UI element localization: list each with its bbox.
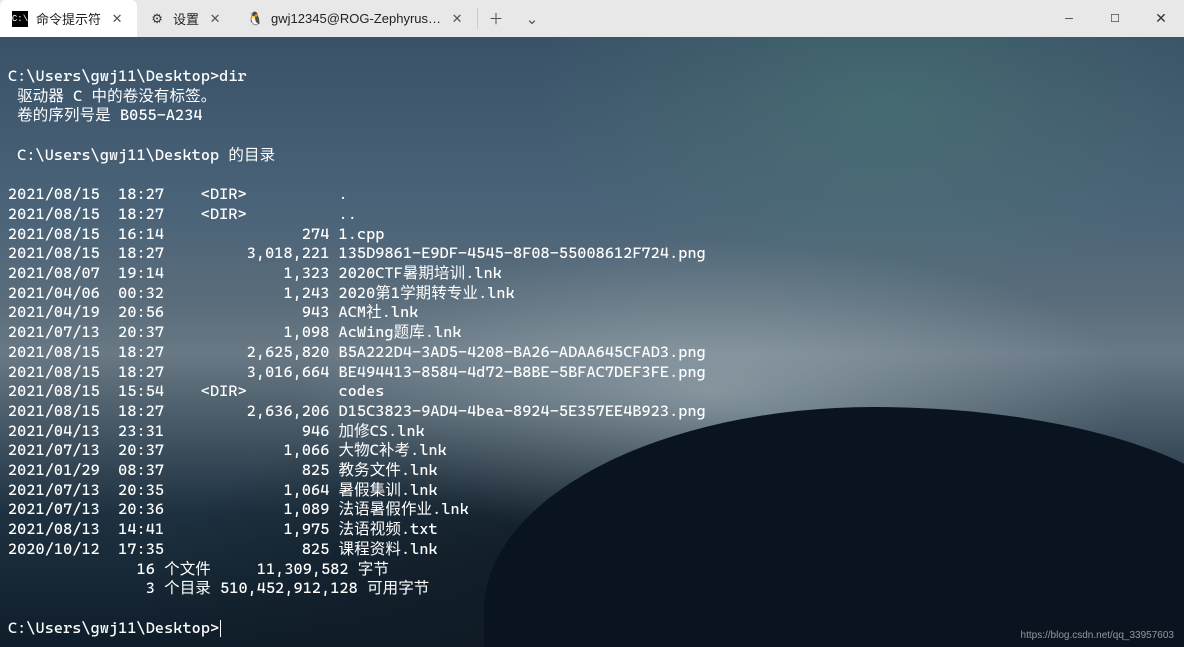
tab-dropdown-button[interactable]: ⌄ [514,0,550,37]
window-controls: ─ ☐ ✕ [1046,0,1184,37]
tab-wsl[interactable]: 🐧 gwj12345@ROG-ZephyrusG14: ✕ [235,0,477,37]
tab-cmd[interactable]: C:\ 命令提示符 ✕ [0,0,137,37]
watermark: https://blog.csdn.net/qq_33957603 [1021,630,1174,641]
close-icon[interactable]: ✕ [449,11,465,27]
tab-settings[interactable]: ⚙ 设置 ✕ [137,0,235,37]
new-tab-button[interactable]: ＋ [478,0,514,37]
tab-strip: C:\ 命令提示符 ✕ ⚙ 设置 ✕ 🐧 gwj12345@ROG-Zephyr… [0,0,1046,37]
tab-label: gwj12345@ROG-ZephyrusG14: [271,11,441,26]
terminal-area[interactable]: C:\Users\gwj11\Desktop>dir 驱动器 C 中的卷没有标签… [0,37,1184,647]
maximize-button[interactable]: ☐ [1092,0,1138,37]
cursor [220,620,221,637]
gear-icon: ⚙ [149,11,165,27]
close-window-button[interactable]: ✕ [1138,0,1184,37]
minimize-button[interactable]: ─ [1046,0,1092,37]
tab-label: 命令提示符 [36,9,101,28]
titlebar: C:\ 命令提示符 ✕ ⚙ 设置 ✕ 🐧 gwj12345@ROG-Zephyr… [0,0,1184,37]
close-icon[interactable]: ✕ [109,11,125,27]
tab-label: 设置 [173,9,199,28]
tux-icon: 🐧 [247,11,263,27]
close-icon[interactable]: ✕ [207,11,223,27]
cmd-icon: C:\ [12,11,28,27]
